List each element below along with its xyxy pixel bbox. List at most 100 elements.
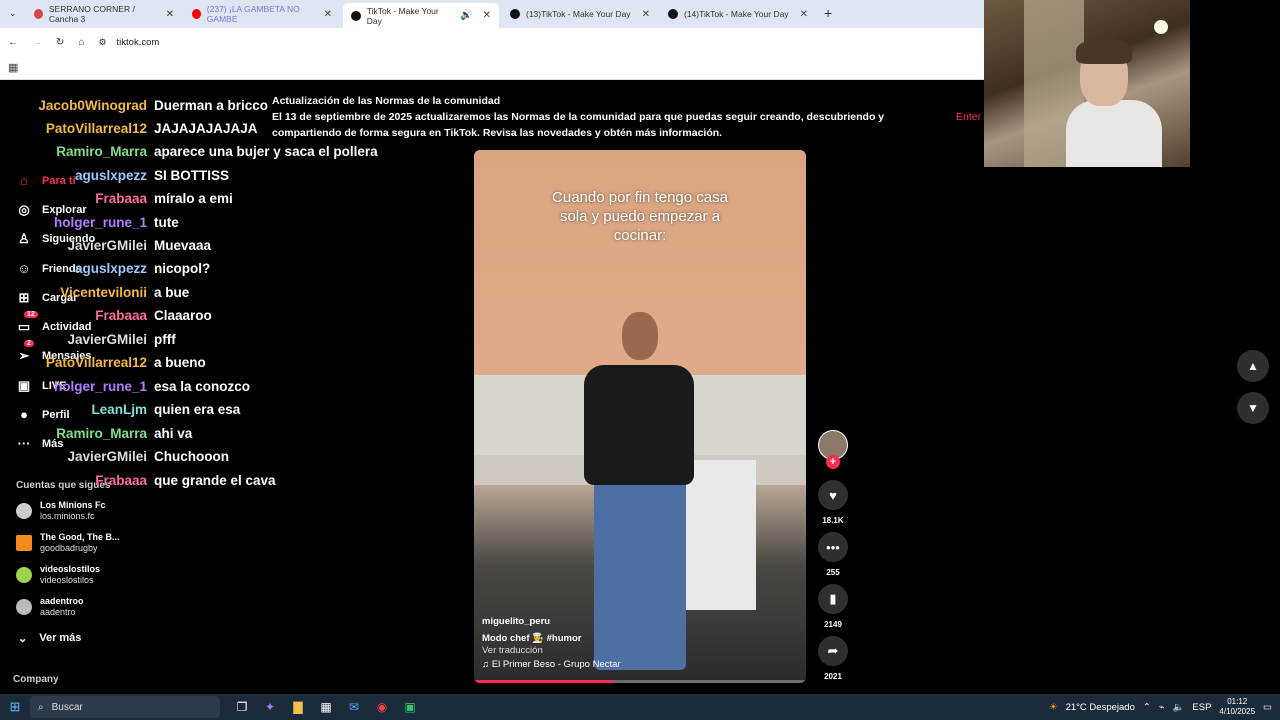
- chat-text: pfff: [154, 332, 176, 347]
- chevron-down-icon: ⌄: [18, 633, 28, 645]
- chat-username: holger_rune_1: [53, 215, 147, 230]
- chat-text: Muevaaa: [154, 238, 212, 253]
- account-name: The Good, The B...: [40, 532, 120, 542]
- tab-label: TikTok - Make Your Day: [366, 5, 439, 26]
- tab-tiktok-active[interactable]: TikTok - Make Your Day 🔊 ✕: [343, 3, 499, 28]
- back-icon[interactable]: ←: [8, 37, 18, 48]
- volume-icon[interactable]: 🔈: [1173, 702, 1185, 713]
- apps-grid-icon[interactable]: ▦: [8, 61, 18, 74]
- tiktok-favicon-icon: [510, 9, 520, 19]
- clock[interactable]: 01:12 4/10/2025: [1219, 697, 1255, 717]
- following-account[interactable]: videoslostilos videoslostilos: [16, 564, 100, 586]
- forward-icon[interactable]: →: [32, 37, 42, 48]
- video-description: Modo chef 👨‍🍳 #humor: [482, 633, 582, 644]
- file-explorer-icon[interactable]: ▇: [284, 700, 312, 714]
- site-info-icon[interactable]: ⚙: [98, 37, 106, 48]
- tab-favicon-icon: [34, 9, 43, 19]
- next-video-button[interactable]: ▼: [1237, 392, 1269, 424]
- chat-text: que grande el cava: [154, 473, 276, 488]
- close-tab-icon[interactable]: ✕: [324, 9, 332, 20]
- tab-youtube[interactable]: (237) ¡LA GAMBETA NO GAMBE ✕: [184, 4, 340, 24]
- see-more-label: Ver más: [39, 632, 82, 644]
- account-handle: videoslostilos: [40, 575, 94, 585]
- chat-message: LeanLjm quien era esa: [0, 402, 240, 417]
- chat-message: Frabaaa Claaaroo: [0, 308, 212, 323]
- video-person-pants: [594, 480, 686, 670]
- weather-text[interactable]: 21°C Despejado: [1066, 702, 1135, 713]
- new-tab-icon[interactable]: +: [824, 5, 832, 21]
- video-player[interactable]: Cuando por fin tengo casa sola y puedo e…: [474, 150, 806, 683]
- store-icon[interactable]: ▦: [312, 700, 340, 714]
- system-tray: ☀ 21°C Despejado ⌃ ⌁ 🔈 ESP 01:12 4/10/20…: [1049, 694, 1272, 720]
- home-button-icon[interactable]: ⌂: [78, 37, 84, 48]
- close-tab-icon[interactable]: ✕: [642, 9, 650, 20]
- chevron-down-icon: ▼: [1247, 401, 1259, 415]
- following-account[interactable]: The Good, The B... goodbadrugby: [16, 532, 120, 554]
- video-author[interactable]: miguelito_peru: [482, 616, 550, 627]
- account-handle: los.minions.fc: [40, 511, 95, 521]
- like-button[interactable]: ♥ 18.1K: [818, 480, 848, 525]
- windows-start-icon[interactable]: ⊞: [0, 699, 30, 715]
- previous-video-button[interactable]: ▲: [1237, 350, 1269, 382]
- see-translation-link[interactable]: Ver traducción: [482, 645, 543, 656]
- clock-date: 4/10/2025: [1219, 707, 1256, 716]
- notifications-icon[interactable]: ▭: [1263, 702, 1272, 713]
- chat-message: aguslxpezz SI BOTTISS: [0, 168, 229, 183]
- close-tab-icon[interactable]: ✕: [800, 9, 808, 20]
- see-more-button[interactable]: ⌄ Ver más: [18, 632, 81, 645]
- address-bar: ← → ↻ ⌂ ⚙ tiktok.com: [0, 28, 984, 56]
- chrome-icon[interactable]: ◉: [368, 700, 396, 714]
- notice-enter-link[interactable]: Enter: [956, 109, 981, 125]
- tab-list-chevron-icon[interactable]: ⌄: [9, 8, 17, 19]
- chat-username: Ramiro_Marra: [56, 426, 147, 441]
- copilot-icon[interactable]: ✦: [256, 700, 284, 714]
- following-account[interactable]: aadentroo aadentro: [16, 596, 84, 618]
- url-field[interactable]: tiktok.com: [117, 37, 160, 48]
- speaker-icon[interactable]: 🔊: [460, 10, 472, 21]
- chat-text: esa la conozco: [154, 379, 251, 394]
- language-indicator[interactable]: ESP: [1192, 702, 1211, 713]
- task-view-icon[interactable]: ❐: [228, 700, 256, 714]
- chat-text: SI BOTTISS: [154, 168, 230, 183]
- windows-taskbar: ⊞ ⌕ Buscar ❐ ✦ ▇ ▦ ✉ ◉ ▣ ☀ 21°C Despejad…: [0, 694, 1280, 720]
- taskbar-search-placeholder: Buscar: [51, 701, 83, 713]
- taskbar-search[interactable]: ⌕ Buscar: [30, 696, 220, 718]
- webcam-overlay: [984, 0, 1190, 167]
- comment-button[interactable]: ••• 255: [818, 532, 848, 577]
- chat-text: JAJAJAJAJAJA: [154, 121, 258, 136]
- chat-username: JavierGMilei: [67, 332, 147, 347]
- tab-serrano[interactable]: SERRANO CORNER / Cancha 3 ✕: [26, 4, 182, 24]
- webcam-person-body: [1066, 100, 1162, 167]
- chat-text: ahi va: [154, 426, 193, 441]
- reload-icon[interactable]: ↻: [56, 37, 64, 48]
- avatar: [16, 535, 32, 551]
- chat-message: Frabaaa que grande el cava: [0, 473, 276, 488]
- save-button[interactable]: ▮ 2149: [818, 584, 848, 629]
- chat-username: LeanLjm: [91, 402, 147, 417]
- chevron-up-icon: ▲: [1247, 359, 1259, 373]
- share-button[interactable]: ➦ 2021: [818, 636, 848, 681]
- follow-plus-icon[interactable]: +: [826, 455, 840, 469]
- video-music[interactable]: ♫ El Primer Beso - Grupo Nectar: [482, 659, 621, 670]
- following-account[interactable]: Los Minions Fc los.minions.fc: [16, 500, 106, 522]
- video-person-shirt: [584, 365, 694, 485]
- chat-username: Ramiro_Marra: [56, 144, 147, 159]
- account-name: videoslostilos: [40, 564, 101, 574]
- search-icon: ⌕: [38, 701, 44, 713]
- close-tab-icon[interactable]: ✕: [483, 10, 491, 21]
- chat-username: Vicentevilonii: [60, 285, 147, 300]
- avatar: [16, 599, 32, 615]
- chat-message: JavierGMilei pfff: [0, 332, 176, 347]
- tab-tiktok-13[interactable]: (13)TikTok - Make Your Day ✕: [502, 4, 658, 24]
- company-link[interactable]: Company: [13, 674, 59, 685]
- tray-chevron-icon[interactable]: ⌃: [1143, 702, 1151, 713]
- mail-icon[interactable]: ✉: [340, 700, 368, 714]
- chat-text: Duerman a bricco: [154, 98, 269, 113]
- network-icon[interactable]: ⌁: [1159, 702, 1165, 713]
- close-tab-icon[interactable]: ✕: [166, 9, 174, 20]
- tab-tiktok-14[interactable]: (14)TikTok - Make Your Day ✕: [660, 4, 816, 24]
- chat-text: Claaaroo: [154, 308, 212, 323]
- green-app-icon[interactable]: ▣: [396, 700, 424, 714]
- notice-title: Actualización de las Normas de la comuni…: [272, 95, 501, 107]
- account-handle: aadentro: [40, 607, 76, 617]
